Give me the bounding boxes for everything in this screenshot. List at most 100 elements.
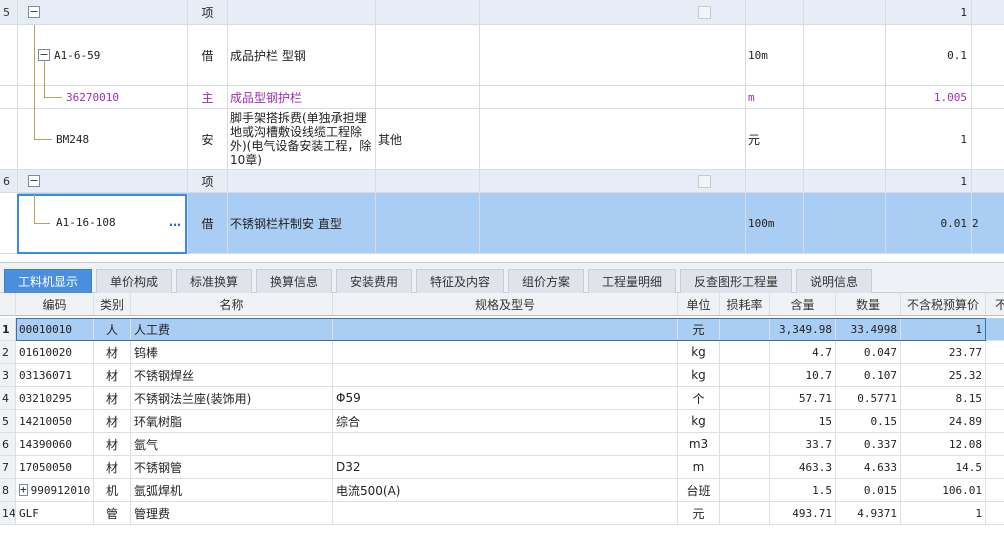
name-cell: 钨棒 [131,341,333,363]
content-cell: 15 [770,410,836,432]
collapse-icon[interactable]: − [28,175,40,187]
loss-rate-cell [720,364,770,386]
row-number: 3 [0,364,16,386]
loss-rate-cell [720,479,770,501]
unit-cell: m3 [678,433,720,455]
tree-line [34,223,50,224]
group-row-5[interactable]: 5 − 项 1 [0,0,1004,25]
column-header[interactable]: 单位 [678,293,720,315]
unit-cell: 元 [678,502,720,524]
price-cell: 12.08 [901,433,986,455]
unit-cell: 个 [678,387,720,409]
column-header[interactable]: 不含税预算价 [901,293,986,315]
price-cell: 25.32 [901,364,986,386]
code-cell: 17050050 [16,456,94,478]
category-cell: 管 [94,502,131,524]
code-text: 990912010 [30,483,91,497]
tab-description[interactable]: 说明信息 [796,269,872,293]
item-name: 成品型钢护栏 [228,86,376,108]
code-cell: GLF [16,502,94,524]
unit-cell: m [678,456,720,478]
item-name: 不锈钢栏杆制安 直型 [228,193,376,253]
table-row[interactable]: 1 00010010 人人工费元 3,349.98 33.4998 1 [0,318,1004,341]
content-cell: 1.5 [770,479,836,501]
tab-pricing-plan[interactable]: 组价方案 [508,269,584,293]
column-header[interactable]: 类别 [94,293,131,315]
table-row[interactable]: 8 +990912010 机氩弧焊机 电流500(A) 台班 1.5 0.015 106.01 [0,479,1004,502]
tab-conversion-info[interactable]: 换算信息 [256,269,332,293]
code-cell: 03210295 [16,387,94,409]
overflow-cell [986,387,1004,409]
column-header[interactable]: 规格及型号 [333,293,678,315]
spec-cell [333,341,678,363]
table-row[interactable]: 7 17050050 材不锈钢管 D32 m 463.3 4.633 14.5 [0,456,1004,479]
spec-cell: 电流500(A) [333,479,678,501]
price-cell: 14.5 [901,456,986,478]
tree-line [34,193,35,223]
row-number: 5 [0,410,16,432]
code-cell: 01610020 [16,341,94,363]
column-header[interactable]: 损耗率 [720,293,770,315]
quantity-cell: 33.4998 [836,318,901,340]
collapse-icon[interactable]: − [28,6,40,18]
category-cell: 机 [94,479,131,501]
column-header[interactable]: 不 [986,293,1004,315]
column-header[interactable]: 名称 [131,293,333,315]
tab-installation-cost[interactable]: 安装费用 [336,269,412,293]
column-header[interactable]: 编码 [16,293,94,315]
loss-rate-cell [720,433,770,455]
table-row[interactable]: 6 14390060 材氩气 m3 33.7 0.337 12.08 [0,433,1004,456]
overflow-cell [986,318,1004,340]
row-number: 5 [0,0,18,24]
unit-cell: 10m [746,25,804,85]
unit-cell: m [746,86,804,108]
table-row[interactable]: 3 03136071 材不锈钢焊丝 kg 10.7 0.107 25.32 [0,364,1004,387]
tab-reverse-graphic-quantity[interactable]: 反查图形工程量 [680,269,792,293]
tree-line [34,139,52,140]
resource-table: 编码 类别 名称 规格及型号 单位 损耗率 含量 数量 不含税预算价 不 1 00… [0,293,1004,559]
unit-cell: 台班 [678,479,720,501]
more-icon[interactable]: … [169,215,182,229]
unit-cell: kg [678,364,720,386]
type-cell: 借 [188,25,228,85]
column-header[interactable]: 含量 [770,293,836,315]
loss-rate-cell [720,318,770,340]
table-row[interactable]: 4 03210295 材不锈钢法兰座(装饰用) Φ59 个 57.71 0.5771 8.15 [0,387,1004,410]
overflow-cell [986,364,1004,386]
item-row[interactable]: 36270010 主 成品型钢护栏 m 1.005 [0,86,1004,109]
content-cell: 10.7 [770,364,836,386]
row-number: 14 [0,502,16,524]
column-header[interactable]: 数量 [836,293,901,315]
category-cell: 人 [94,318,131,340]
loss-rate-cell [720,410,770,432]
tab-quantity-detail[interactable]: 工程量明细 [588,269,676,293]
price-cell: 23.77 [901,341,986,363]
expand-icon[interactable]: + [19,484,28,496]
quantity-cell: 0.01 [886,193,972,253]
tree-line [44,97,62,98]
quantity-cell: 0.107 [836,364,901,386]
code-cell: 14390060 [16,433,94,455]
collapse-icon[interactable]: − [38,49,50,61]
item-row[interactable]: BM248 安 脚手架搭拆费(单独承担埋地或沟槽敷设线缆工程除外)(电气设备安装… [0,109,1004,170]
checkbox[interactable] [698,175,711,188]
quantity-cell: 1 [886,0,972,24]
code-editor-cell[interactable]: A1-16-108 … [17,194,187,254]
tree-line [44,61,45,97]
tab-labor-material-machine[interactable]: 工料机显示 [4,269,92,293]
tab-unit-price[interactable]: 单价构成 [96,269,172,293]
table-row[interactable]: 2 01610020 材钨棒 kg 4.7 0.047 23.77 [0,341,1004,364]
spec-cell [333,502,678,524]
code-cell: 14210050 [16,410,94,432]
quantity-cell: 0.15 [836,410,901,432]
group-row-6[interactable]: 6 − 项 1 [0,170,1004,193]
item-row[interactable]: − A1-6-59 借 成品护栏 型钢 10m 0.1 [0,25,1004,86]
tab-features[interactable]: 特征及内容 [416,269,504,293]
unit-cell: kg [678,410,720,432]
price-cell: 1 [901,318,986,340]
type-cell: 借 [188,193,228,253]
tab-standard-conversion[interactable]: 标准换算 [176,269,252,293]
checkbox[interactable] [698,6,711,19]
table-row[interactable]: 5 14210050 材环氧树脂 综合 kg 15 0.15 24.89 [0,410,1004,433]
table-row[interactable]: 14 GLF 管管理费 元 493.71 4.9371 1 [0,502,1004,525]
